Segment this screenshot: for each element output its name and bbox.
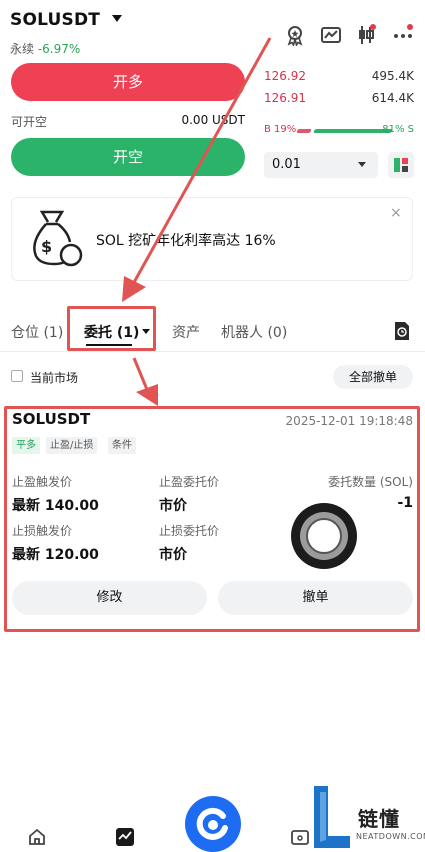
- market-icon[interactable]: [115, 827, 135, 847]
- wallet-icon[interactable]: [290, 827, 310, 847]
- home-icon[interactable]: [27, 827, 47, 847]
- trade-center-button[interactable]: [185, 796, 241, 852]
- exchange-logo-icon: [196, 807, 228, 840]
- watermark-name: 链懂: [358, 807, 400, 831]
- watermark-site: NEATDOWN.COM: [356, 832, 425, 841]
- watermark-logo: [314, 786, 350, 848]
- annotation-arrows: [122, 37, 272, 406]
